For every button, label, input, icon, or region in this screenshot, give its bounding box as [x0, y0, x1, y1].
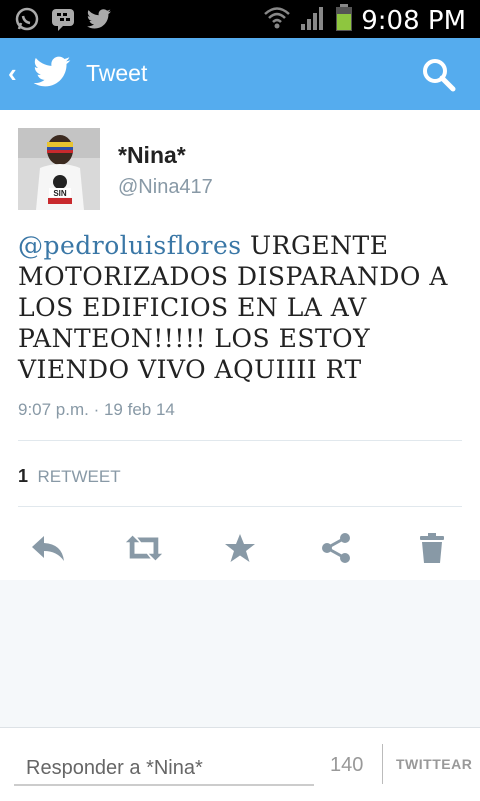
favorite-icon[interactable]: [220, 530, 260, 566]
retweet-label: RETWEET: [37, 467, 121, 486]
mention-link[interactable]: @pedroluisflores: [18, 231, 242, 260]
whatsapp-icon: [14, 6, 40, 32]
retweet-icon[interactable]: [124, 530, 164, 566]
tweet-timestamp: 9:07 p.m. · 19 feb 14: [18, 400, 175, 419]
action-bar: ‹ Tweet: [0, 38, 480, 110]
retweet-count[interactable]: 1 RETWEET: [18, 466, 121, 487]
avatar[interactable]: SIN: [18, 128, 100, 210]
reply-composer: 140 TWITTEAR: [0, 727, 480, 801]
tweet-card: SIN *Nina* @Nina417 @pedroluisflores URG…: [0, 110, 480, 580]
reply-input[interactable]: [14, 746, 314, 786]
divider: [18, 506, 462, 507]
avatar-shirt-text: SIN: [53, 189, 67, 198]
retweet-number: 1: [18, 466, 29, 486]
divider: [382, 744, 383, 784]
signal-icon: [299, 4, 327, 37]
twitter-icon: [86, 6, 112, 32]
delete-icon[interactable]: [412, 530, 452, 566]
tweet-actions: [0, 520, 480, 570]
bbm-icon: [50, 6, 76, 32]
page-title: Tweet: [86, 60, 148, 86]
status-bar: 9:08 PM: [0, 0, 480, 38]
search-icon[interactable]: [420, 56, 458, 94]
tweet-button[interactable]: TWITTEAR: [396, 756, 472, 772]
share-icon[interactable]: [316, 530, 356, 566]
reply-icon[interactable]: [28, 530, 68, 566]
back-button[interactable]: ‹: [8, 58, 17, 89]
divider: [18, 440, 462, 441]
display-name[interactable]: *Nina*: [118, 142, 186, 169]
twitter-bird-icon[interactable]: [32, 56, 72, 90]
wifi-icon: [263, 4, 291, 37]
character-count: 140: [330, 754, 364, 776]
status-clock: 9:08 PM: [361, 5, 466, 36]
battery-icon: [335, 4, 353, 37]
user-handle[interactable]: @Nina417: [118, 176, 213, 199]
tweet-text: @pedroluisflores URGENTE MOTORIZADOS DIS…: [18, 230, 468, 385]
